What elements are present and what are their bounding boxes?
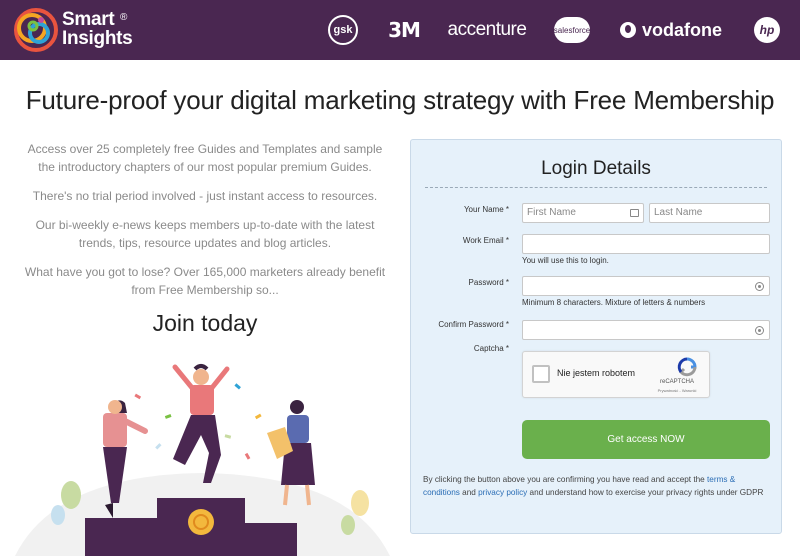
password-label: Password * (468, 278, 509, 287)
contact-card-icon (630, 209, 639, 217)
your-name-label: Your Name * (463, 205, 509, 214)
first-name-input[interactable]: First Name (522, 203, 644, 223)
email-hint: You will use this to login. (522, 256, 609, 265)
client-logos: gsk 3M accenture salesforce vodafone hp (320, 12, 790, 48)
recaptcha-logo-icon (677, 357, 697, 377)
password-reveal-icon[interactable] (755, 282, 764, 291)
celebration-illustration (15, 364, 390, 556)
legal-text-2: and (462, 488, 476, 497)
smart-insights-logo[interactable]: Smart Insights ® (14, 8, 134, 52)
password-input[interactable] (522, 276, 770, 296)
vodafone-mark-icon (619, 22, 636, 38)
work-email-label: Work Email * (462, 236, 509, 245)
privacy-policy-link[interactable]: privacy policy (478, 488, 527, 497)
logo-rings-icon (14, 8, 58, 52)
gsk-logo: gsk (328, 15, 358, 45)
vodafone-logo: vodafone (618, 12, 724, 48)
legal-notice: By clicking the button above you are con… (423, 473, 773, 499)
recaptcha-widget: Nie jestem robotem reCAPTCHA Prywatność … (522, 351, 710, 398)
salesforce-logo: salesforce (554, 17, 590, 43)
last-name-placeholder: Last Name (654, 207, 703, 218)
captcha-label: Captcha * (473, 344, 509, 353)
intro-paragraph-3: Our bi-weekly e-news keeps members up-to… (35, 218, 375, 250)
site-header: Smart Insights ® gsk 3M accenture salesf… (0, 0, 800, 60)
logo-wordmark: Smart Insights ® (62, 10, 133, 49)
form-divider (425, 187, 767, 188)
work-email-input[interactable] (522, 234, 770, 254)
vodafone-wordmark: vodafone (641, 19, 722, 40)
confirm-password-reveal-icon[interactable] (755, 326, 764, 335)
form-title: Login Details (541, 158, 651, 179)
3m-logo: 3M (388, 18, 421, 42)
intro-text: Access over 25 completely free Guides an… (20, 140, 390, 310)
login-details-form: Login Details Your Name * First Name Las… (410, 139, 782, 534)
intro-paragraph-4: What have you got to lose? Over 165,000 … (24, 265, 386, 297)
last-name-input[interactable]: Last Name (649, 203, 770, 223)
accenture-logo: accenture (447, 19, 527, 40)
intro-paragraph-2: There's no trial period involved - just … (32, 189, 378, 203)
get-access-button[interactable]: Get access NOW (522, 420, 770, 459)
page-headline: Future-proof your digital marketing stra… (25, 85, 775, 115)
registered-mark: ® (120, 12, 128, 23)
confirm-password-label: Confirm Password * (438, 320, 509, 329)
legal-text-1: By clicking the button above you are con… (423, 475, 705, 484)
intro-paragraph-1: Access over 25 completely free Guides an… (27, 142, 383, 174)
logo-line-2: Insights (62, 28, 133, 49)
password-hint: Minimum 8 characters. Mixture of letters… (522, 298, 706, 307)
confirm-password-input[interactable] (522, 320, 770, 340)
first-name-placeholder: First Name (527, 207, 576, 218)
recaptcha-checkbox-label: Nie jestem robotem (557, 368, 636, 378)
recaptcha-checkbox[interactable] (532, 365, 550, 383)
join-heading: Join today (152, 310, 258, 336)
recaptcha-terms[interactable]: Prywatność - Warunki (647, 388, 707, 393)
legal-text-3: and understand how to exercise your priv… (529, 488, 764, 497)
recaptcha-brand: reCAPTCHA (659, 379, 694, 385)
hp-logo: hp (754, 17, 780, 43)
